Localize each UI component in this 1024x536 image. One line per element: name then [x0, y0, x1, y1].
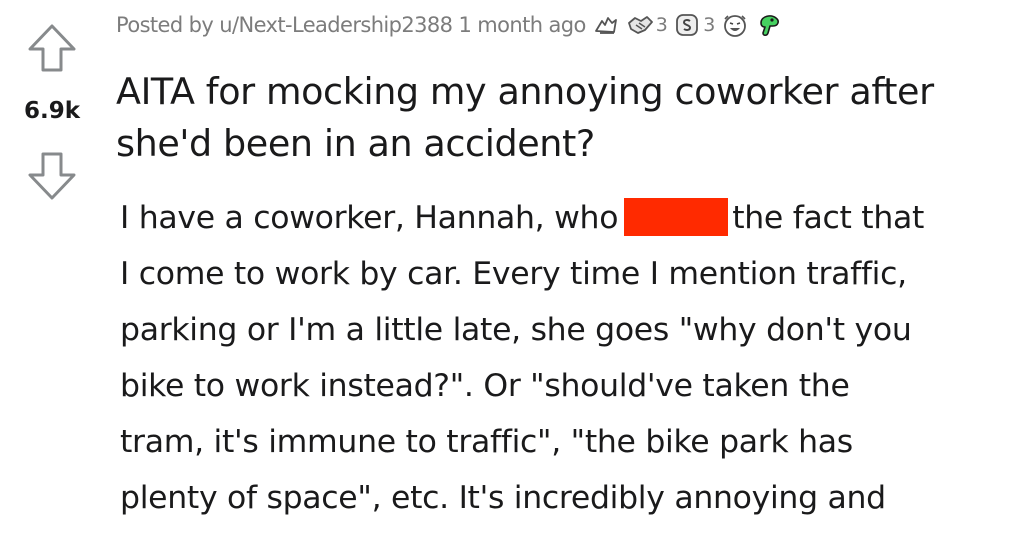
upvote-arrow-icon[interactable] — [26, 22, 78, 74]
redaction-box — [624, 198, 729, 236]
handshake-award-icon — [626, 11, 654, 39]
award-handshake[interactable]: 3 — [626, 11, 668, 39]
body-line: bike to work instead?". Or "should've ta… — [120, 368, 850, 404]
silver-coin-award-icon — [673, 11, 701, 39]
title-line: she'd been in an accident? — [116, 122, 595, 165]
vote-score: 6.9k — [23, 98, 81, 124]
body-line: plenty of space", etc. It's incredibly a… — [120, 480, 886, 516]
body-text-fragment: the fact that — [732, 200, 925, 236]
body-text-fragment: I have a coworker, Hannah, who — [120, 200, 619, 236]
downvote-arrow-shape — [28, 152, 76, 200]
award-hands[interactable] — [592, 11, 620, 39]
title-line: AITA for mocking my annoying coworker af… — [116, 70, 934, 113]
award-count: 3 — [655, 14, 668, 36]
award-silver-coin[interactable]: 3 — [673, 11, 715, 39]
award-count: 3 — [703, 14, 715, 36]
posted-by-link[interactable]: Posted by u/Next-Leadership2388 — [116, 13, 453, 37]
body-line: I have a coworker, Hannah, who the fact t… — [120, 190, 1016, 246]
post-body: I have a coworker, Hannah, who the fact t… — [120, 190, 1016, 526]
post-meta: Posted by u/Next-Leadership2388 1 month … — [116, 8, 783, 42]
body-line: I come to work by car. Every time I ment… — [120, 256, 907, 292]
award-green-dinosaur[interactable] — [755, 11, 783, 39]
body-line: parking or I'm a little late, she goes "… — [120, 312, 912, 348]
post-age: 1 month ago — [458, 13, 586, 37]
reddit-post: 6.9k Posted by u/Next-Leadership2388 1 m… — [0, 0, 1024, 536]
award-laughing-face[interactable] — [721, 11, 749, 39]
downvote-arrow-icon[interactable] — [26, 150, 78, 202]
body-line: tram, it's immune to traffic", "the bike… — [120, 424, 853, 460]
laughing-face-award-icon — [721, 11, 749, 39]
hands-award-icon — [592, 11, 620, 39]
vote-column: 6.9k — [0, 0, 104, 536]
post-title[interactable]: AITA for mocking my annoying coworker af… — [116, 66, 1016, 170]
upvote-arrow-shape — [28, 24, 76, 72]
green-dinosaur-award-icon — [755, 11, 783, 39]
